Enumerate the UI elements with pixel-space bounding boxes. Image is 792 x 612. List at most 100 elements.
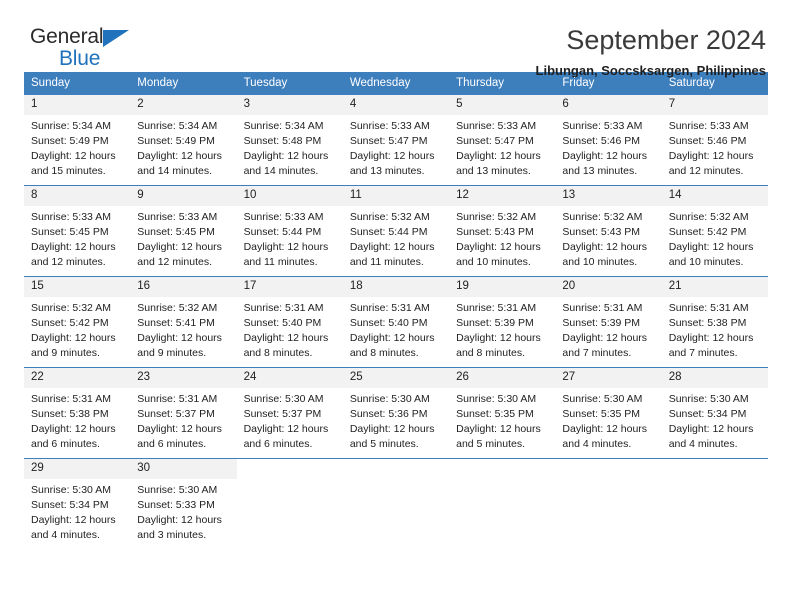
sunset-text: Sunset: 5:47 PM: [349, 134, 428, 147]
daylight-text-line2: and 12 minutes.: [668, 164, 744, 177]
daylight-text-line1: Daylight: 12 hours: [562, 240, 648, 253]
daylight-text-line1: Daylight: 12 hours: [31, 240, 116, 253]
calendar-day-cell[interactable]: 28 Sunrise: 5:30 AM Sunset: 5:34 PM Dayligh…: [661, 368, 768, 458]
daylight-text-line2: and 13 minutes.: [349, 164, 425, 177]
calendar-day-cell[interactable]: 6 Sunrise: 5:33 AM Sunset: 5:46 PM Daylight…: [555, 95, 662, 185]
page-header: General Blue September 2024 Libungan, So…: [24, 0, 768, 79]
day-number: 11: [342, 186, 450, 206]
sunset-text: Sunset: 5:39 PM: [456, 316, 534, 329]
calendar-day-cell[interactable]: 8 Sunrise: 5:33 AM Sunset: 5:45 PM Daylight…: [24, 186, 131, 276]
sunset-text: Sunset: 5:38 PM: [668, 316, 747, 329]
daylight-text-line1: Daylight: 12 hours: [137, 331, 222, 344]
calendar-day-cell[interactable]: 21 Sunrise: 5:31 AM Sunset: 5:38 PM Dayligh…: [661, 277, 768, 367]
day-details: Sunrise: 5:34 AM Sunset: 5:48 PM Daylight:…: [237, 115, 343, 179]
calendar-day-cell[interactable]: 17 Sunrise: 5:31 AM Sunset: 5:40 PM Dayligh…: [236, 277, 343, 367]
calendar-day-cell[interactable]: 29 Sunrise: 5:30 AM Sunset: 5:34 PM Dayligh…: [24, 459, 131, 549]
calendar-day-cell[interactable]: 19 Sunrise: 5:31 AM Sunset: 5:39 PM Dayligh…: [449, 277, 556, 367]
sunset-text: Sunset: 5:34 PM: [668, 407, 747, 420]
calendar-day-cell[interactable]: 10 Sunrise: 5:33 AM Sunset: 5:44 PM Dayligh…: [236, 186, 343, 276]
day-details: Sunrise: 5:32 AM Sunset: 5:43 PM Daylight:…: [555, 206, 661, 270]
calendar-day-cell[interactable]: 18 Sunrise: 5:31 AM Sunset: 5:40 PM Dayligh…: [342, 277, 450, 367]
sunset-text: Sunset: 5:37 PM: [137, 407, 215, 420]
calendar-page: General Blue September 2024 Libungan, So…: [0, 0, 792, 612]
day-details: Sunrise: 5:31 AM Sunset: 5:38 PM Daylight:…: [24, 388, 130, 452]
sunrise-text: Sunrise: 5:32 AM: [456, 211, 537, 223]
calendar-day-cell[interactable]: 27 Sunrise: 5:30 AM Sunset: 5:35 PM Dayligh…: [555, 368, 662, 458]
sunset-text: Sunset: 5:40 PM: [349, 316, 428, 329]
calendar-day-cell[interactable]: 5 Sunrise: 5:33 AM Sunset: 5:47 PM Daylight…: [449, 95, 556, 185]
day-details: Sunrise: 5:32 AM Sunset: 5:43 PM Daylight:…: [449, 206, 555, 270]
daylight-text-line1: Daylight: 12 hours: [562, 149, 648, 162]
calendar-day-cell[interactable]: 15 Sunrise: 5:32 AM Sunset: 5:42 PM Dayligh…: [24, 277, 131, 367]
sunrise-text: Sunrise: 5:30 AM: [668, 393, 749, 405]
calendar-day-cell[interactable]: 13 Sunrise: 5:32 AM Sunset: 5:43 PM Dayligh…: [555, 186, 662, 276]
calendar-day-cell-empty: [449, 459, 556, 549]
sunrise-text: Sunrise: 5:31 AM: [137, 393, 218, 405]
calendar-day-cell[interactable]: 23 Sunrise: 5:31 AM Sunset: 5:37 PM Dayligh…: [130, 368, 237, 458]
sunset-text: Sunset: 5:48 PM: [243, 134, 322, 147]
daylight-text-line2: and 3 minutes.: [137, 528, 207, 541]
sunset-text: Sunset: 5:49 PM: [137, 134, 215, 147]
calendar-grid: Sunday Monday Tuesday Wednesday Thursday…: [24, 72, 768, 549]
day-number: 28: [661, 368, 768, 388]
calendar-day-cell-empty: [236, 459, 343, 549]
calendar-day-cell[interactable]: 16 Sunrise: 5:32 AM Sunset: 5:41 PM Dayligh…: [130, 277, 237, 367]
daylight-text-line1: Daylight: 12 hours: [456, 331, 541, 344]
sunrise-text: Sunrise: 5:32 AM: [562, 211, 643, 223]
calendar-day-cell[interactable]: 2 Sunrise: 5:34 AM Sunset: 5:49 PM Daylight…: [130, 95, 237, 185]
sunrise-text: Sunrise: 5:30 AM: [31, 484, 111, 496]
daylight-text-line2: and 10 minutes.: [456, 255, 531, 268]
day-number: 4: [342, 95, 450, 115]
calendar-day-cell[interactable]: 24 Sunrise: 5:30 AM Sunset: 5:37 PM Dayligh…: [236, 368, 343, 458]
sunrise-text: Sunrise: 5:30 AM: [562, 393, 643, 405]
day-number: 27: [555, 368, 662, 388]
calendar-day-cell[interactable]: 7 Sunrise: 5:33 AM Sunset: 5:46 PM Daylight…: [661, 95, 768, 185]
general-blue-logo[interactable]: General Blue: [24, 26, 142, 76]
calendar-day-cell[interactable]: 11 Sunrise: 5:32 AM Sunset: 5:44 PM Dayligh…: [342, 186, 450, 276]
calendar-day-cell[interactable]: 20 Sunrise: 5:31 AM Sunset: 5:39 PM Dayligh…: [555, 277, 662, 367]
sunrise-text: Sunrise: 5:31 AM: [456, 302, 537, 314]
daylight-text-line2: and 4 minutes.: [562, 437, 632, 450]
sunset-text: Sunset: 5:42 PM: [668, 225, 747, 238]
calendar-day-cell[interactable]: 14 Sunrise: 5:32 AM Sunset: 5:42 PM Dayligh…: [661, 186, 768, 276]
sunrise-text: Sunrise: 5:31 AM: [668, 302, 749, 314]
sunset-text: Sunset: 5:39 PM: [562, 316, 641, 329]
daylight-text-line2: and 6 minutes.: [243, 437, 313, 450]
day-details: Sunrise: 5:31 AM Sunset: 5:38 PM Daylight:…: [662, 297, 768, 361]
day-details: Sunrise: 5:30 AM Sunset: 5:34 PM Daylight:…: [24, 479, 130, 543]
daylight-text-line2: and 9 minutes.: [137, 346, 207, 359]
calendar-day-cell[interactable]: 12 Sunrise: 5:32 AM Sunset: 5:43 PM Dayligh…: [449, 186, 556, 276]
day-number: 9: [130, 186, 237, 206]
sunrise-text: Sunrise: 5:30 AM: [349, 393, 430, 405]
day-details: Sunrise: 5:30 AM Sunset: 5:35 PM Daylight:…: [449, 388, 555, 452]
daylight-text-line1: Daylight: 12 hours: [349, 422, 435, 435]
calendar-day-cell[interactable]: 3 Sunrise: 5:34 AM Sunset: 5:48 PM Daylight…: [236, 95, 343, 185]
day-number: 30: [130, 459, 237, 479]
daylight-text-line2: and 6 minutes.: [137, 437, 207, 450]
sunset-text: Sunset: 5:47 PM: [456, 134, 534, 147]
daylight-text-line1: Daylight: 12 hours: [456, 240, 541, 253]
sunrise-text: Sunrise: 5:32 AM: [31, 302, 111, 314]
sunrise-text: Sunrise: 5:33 AM: [31, 211, 111, 223]
calendar-day-cell[interactable]: 1 Sunrise: 5:34 AM Sunset: 5:49 PM Daylight…: [24, 95, 131, 185]
sunset-text: Sunset: 5:46 PM: [562, 134, 641, 147]
daylight-text-line2: and 5 minutes.: [349, 437, 419, 450]
sunrise-text: Sunrise: 5:32 AM: [668, 211, 749, 223]
day-number: 7: [661, 95, 768, 115]
daylight-text-line1: Daylight: 12 hours: [243, 422, 329, 435]
calendar-day-cell[interactable]: 9 Sunrise: 5:33 AM Sunset: 5:45 PM Daylight…: [130, 186, 237, 276]
daylight-text-line1: Daylight: 12 hours: [562, 331, 648, 344]
calendar-day-cell[interactable]: 4 Sunrise: 5:33 AM Sunset: 5:47 PM Daylight…: [342, 95, 450, 185]
weekday-header-tuesday: Tuesday: [236, 72, 343, 95]
sunrise-text: Sunrise: 5:34 AM: [31, 120, 111, 132]
sunrise-text: Sunrise: 5:30 AM: [137, 484, 218, 496]
calendar-day-cell[interactable]: 30 Sunrise: 5:30 AM Sunset: 5:33 PM Dayligh…: [130, 459, 237, 549]
calendar-day-cell[interactable]: 22 Sunrise: 5:31 AM Sunset: 5:38 PM Dayligh…: [24, 368, 131, 458]
day-details: Sunrise: 5:34 AM Sunset: 5:49 PM Daylight:…: [130, 115, 236, 179]
sunrise-text: Sunrise: 5:33 AM: [243, 211, 324, 223]
calendar-day-cell[interactable]: 26 Sunrise: 5:30 AM Sunset: 5:35 PM Dayligh…: [449, 368, 556, 458]
day-number: 16: [130, 277, 237, 297]
daylight-text-line2: and 10 minutes.: [668, 255, 744, 268]
calendar-day-cell[interactable]: 25 Sunrise: 5:30 AM Sunset: 5:36 PM Dayligh…: [342, 368, 450, 458]
daylight-text-line1: Daylight: 12 hours: [243, 240, 329, 253]
